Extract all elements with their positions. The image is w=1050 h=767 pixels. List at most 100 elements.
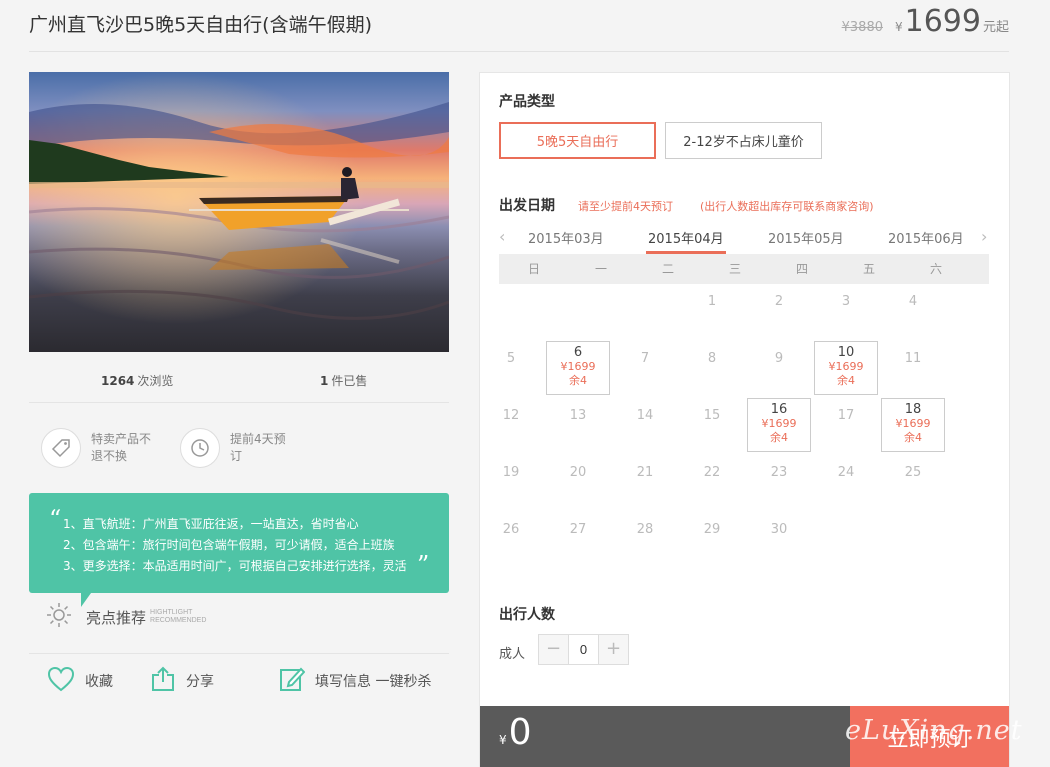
weekday-label: 三 bbox=[728, 262, 741, 276]
adult-label: 成人 bbox=[499, 647, 526, 662]
day-number: 23 bbox=[770, 465, 788, 480]
current-price: 1699 bbox=[904, 4, 981, 39]
highlights-heading: 亮点推荐 HIGHTLIGHT RECOMMENDED bbox=[46, 602, 206, 632]
feature-label: 提前4天预订 bbox=[230, 432, 286, 463]
calendar-day: 7 bbox=[613, 341, 677, 395]
day-price: ¥1699 bbox=[828, 360, 864, 373]
month-selector: ‹ 2015年03月 2015年04月 2015年05月 2015年06月 › bbox=[499, 223, 989, 255]
share-label: 分享 bbox=[186, 674, 214, 690]
calendar-day-available[interactable]: 18 ¥1699 余4 bbox=[881, 398, 945, 452]
weekday-label: 四 bbox=[795, 262, 808, 276]
day-number: 29 bbox=[703, 522, 721, 537]
day-number: 5 bbox=[506, 351, 516, 366]
feature-advance-booking: 提前4天预订 bbox=[180, 428, 294, 468]
favorite-button[interactable]: 收藏 bbox=[47, 663, 113, 699]
calendar-day: 28 bbox=[613, 512, 677, 566]
day-number: 22 bbox=[703, 465, 721, 480]
calendar-day: 14 bbox=[613, 398, 677, 452]
day-number: 25 bbox=[904, 465, 922, 480]
month-tab[interactable]: 2015年04月 bbox=[648, 228, 724, 247]
weekday-label: 五 bbox=[862, 262, 875, 276]
highlights-subtitle: HIGHTLIGHT RECOMMENDED bbox=[150, 609, 207, 624]
highlight-item: 2、包含端午：旅行时间包含端午假期，可少请假，适合上班族 bbox=[63, 538, 395, 552]
calendar-day: 1 bbox=[680, 284, 744, 338]
calendar-day-available[interactable]: 6 ¥1699 余4 bbox=[546, 341, 610, 395]
feature-no-refund: 特卖产品不退不换 bbox=[41, 428, 155, 468]
decrement-button[interactable]: − bbox=[539, 635, 568, 664]
view-count: 1264 次浏览 bbox=[101, 374, 174, 388]
clock-icon bbox=[180, 428, 220, 468]
favorite-label: 收藏 bbox=[85, 674, 113, 690]
calendar-day: 25 bbox=[881, 455, 945, 509]
day-number: 14 bbox=[636, 408, 654, 423]
price-box: ¥3880 ¥ 1699 元起 bbox=[842, 4, 1009, 39]
next-month-icon[interactable]: › bbox=[981, 227, 987, 246]
fill-info-label: 填写信息 一键秒杀 bbox=[315, 674, 432, 690]
fill-info-button[interactable]: 填写信息 一键秒杀 bbox=[279, 663, 431, 699]
calendar-day: 27 bbox=[546, 512, 610, 566]
calendar-day: 2 bbox=[747, 284, 811, 338]
edit-icon bbox=[279, 666, 306, 696]
adult-count-input[interactable]: 0 bbox=[568, 635, 599, 664]
calendar-day: 29 bbox=[680, 512, 744, 566]
weekday-label: 二 bbox=[661, 262, 674, 276]
calendar-day: 30 bbox=[747, 512, 811, 566]
heart-icon bbox=[47, 666, 75, 696]
day-number: 1 bbox=[707, 294, 717, 309]
month-tab[interactable]: 2015年03月 bbox=[528, 228, 604, 247]
beach-sunset-image bbox=[29, 72, 449, 352]
day-number: 27 bbox=[569, 522, 587, 537]
share-icon bbox=[150, 666, 176, 696]
day-number: 12 bbox=[502, 408, 520, 423]
product-photo bbox=[29, 72, 449, 352]
product-type-option[interactable]: 2-12岁不占床儿童价 bbox=[665, 122, 822, 159]
day-number: 13 bbox=[569, 408, 587, 423]
product-type-label: 产品类型 bbox=[499, 94, 555, 110]
day-number: 20 bbox=[569, 465, 587, 480]
calendar-day: 23 bbox=[747, 455, 811, 509]
stats-divider bbox=[29, 402, 449, 403]
calendar-day-available[interactable]: 10 ¥1699 余4 bbox=[814, 341, 878, 395]
product-type-option[interactable]: 5晚5天自由行 bbox=[499, 122, 656, 159]
calendar-day-available[interactable]: 16 ¥1699 余4 bbox=[747, 398, 811, 452]
day-number: 2 bbox=[774, 294, 784, 309]
original-price: ¥3880 bbox=[841, 20, 883, 35]
calendar-day: 20 bbox=[546, 455, 610, 509]
highlights-box: “ 1、直飞航班：广州直飞亚庇往返，一站直达，省时省心 2、包含端午：旅行时间包… bbox=[29, 493, 449, 607]
prev-month-icon[interactable]: ‹ bbox=[499, 227, 505, 246]
day-number: 17 bbox=[837, 408, 855, 423]
calendar-day: 8 bbox=[680, 341, 744, 395]
calendar-day: 3 bbox=[814, 284, 878, 338]
price-suffix: 元起 bbox=[982, 20, 1009, 35]
total-price: ¥ 0 bbox=[499, 712, 532, 753]
travelers-label: 出行人数 bbox=[499, 607, 555, 623]
share-button[interactable]: 分享 bbox=[150, 663, 214, 699]
month-tab[interactable]: 2015年06月 bbox=[888, 228, 964, 247]
header-divider bbox=[29, 51, 1009, 52]
stats-bar: 1264 次浏览 1 件已售 bbox=[29, 372, 449, 388]
increment-button[interactable]: + bbox=[599, 635, 628, 664]
adult-quantity-stepper: − 0 + bbox=[538, 634, 629, 665]
sun-icon bbox=[46, 602, 72, 632]
calendar-day: 21 bbox=[613, 455, 677, 509]
highlights-list: 1、直飞航班：广州直飞亚庇往返，一站直达，省时省心 2、包含端午：旅行时间包含端… bbox=[63, 514, 407, 577]
calendar-day: 15 bbox=[680, 398, 744, 452]
day-number: 4 bbox=[908, 294, 918, 309]
weekday-header: 日一二三四五六 bbox=[499, 254, 989, 284]
calendar-day: 5 bbox=[479, 341, 543, 395]
day-stock: 余4 bbox=[770, 431, 788, 444]
day-number: 19 bbox=[502, 465, 520, 480]
day-stock: 余4 bbox=[837, 374, 855, 387]
day-price: ¥1699 bbox=[560, 360, 596, 373]
month-tab[interactable]: 2015年05月 bbox=[768, 228, 844, 247]
day-number: 26 bbox=[502, 522, 520, 537]
calendar-day: 4 bbox=[881, 284, 945, 338]
stock-hint: (出行人数超出库存可联系商家咨询) bbox=[700, 200, 874, 213]
departure-date-label: 出发日期 bbox=[499, 198, 555, 214]
calendar-day: 19 bbox=[479, 455, 543, 509]
day-number: 18 bbox=[904, 402, 922, 417]
day-price: ¥1699 bbox=[895, 417, 931, 430]
highlight-item: 1、直飞航班：广州直飞亚庇往返，一站直达，省时省心 bbox=[63, 517, 359, 531]
day-number: 28 bbox=[636, 522, 654, 537]
booking-card: 产品类型 5晚5天自由行 2-12岁不占床儿童价 出发日期 请至少提前4天预订 … bbox=[479, 72, 1010, 767]
